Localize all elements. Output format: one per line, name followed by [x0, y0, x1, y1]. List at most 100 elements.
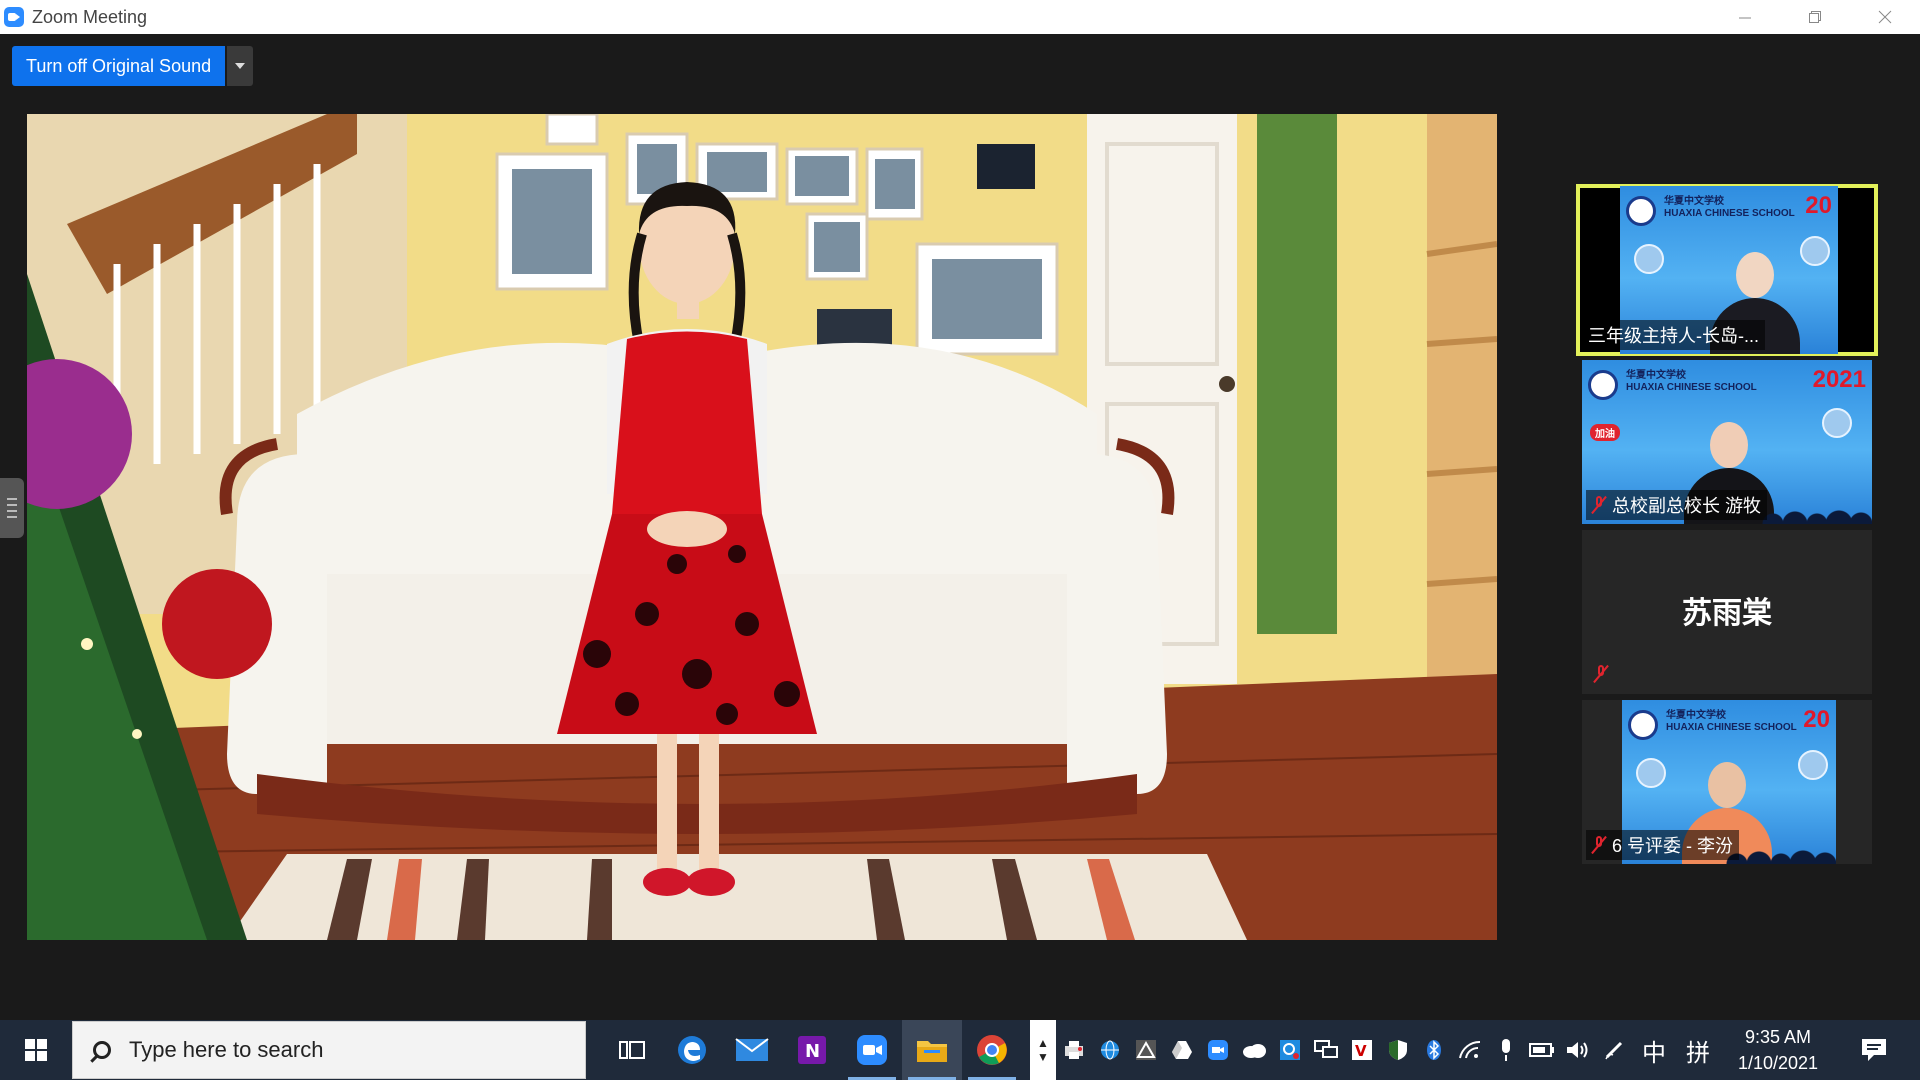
tray-search-app[interactable] — [1272, 1020, 1308, 1080]
zoom-icon — [1208, 1040, 1228, 1060]
shield-icon — [1389, 1040, 1407, 1060]
task-view-button[interactable] — [602, 1020, 662, 1080]
person-head — [1708, 762, 1746, 808]
taskbar-app-file-explorer[interactable] — [902, 1020, 962, 1080]
tray-globe[interactable] — [1092, 1020, 1128, 1080]
grip-line — [7, 516, 17, 518]
start-button[interactable] — [0, 1020, 72, 1080]
taskbar-clock[interactable]: 9:35 AM 1/10/2021 — [1728, 1024, 1828, 1076]
tray-battery[interactable] — [1524, 1020, 1560, 1080]
chrome-icon — [977, 1035, 1007, 1065]
year-text: 2021 — [1812, 366, 1866, 393]
turn-off-original-sound-button[interactable]: Turn off Original Sound — [12, 46, 226, 86]
microphone-graphic — [1634, 244, 1664, 274]
main-video[interactable] — [27, 114, 1497, 940]
restore-icon — [1809, 11, 1821, 23]
participant-tile[interactable]: 苏雨棠 — [1582, 530, 1872, 694]
tray-zoom[interactable] — [1200, 1020, 1236, 1080]
mic-muted-icon — [1594, 665, 1608, 683]
microphone-icon — [1502, 1039, 1510, 1061]
drive-icon — [1172, 1041, 1192, 1059]
taskbar-app-zoom[interactable] — [842, 1020, 902, 1080]
participant-tile[interactable]: 华夏中文学校 HUAXIA CHINESE SCHOOL 2021 加油 总校副… — [1582, 360, 1872, 524]
speaker-icon — [1567, 1042, 1588, 1058]
participant-name-label: 6 号评委 - 李汾 — [1586, 830, 1740, 860]
microphone-graphic — [1822, 408, 1852, 438]
v-app-icon: V — [1352, 1040, 1372, 1060]
mail-icon — [735, 1038, 769, 1061]
tray-network-display[interactable] — [1308, 1020, 1344, 1080]
school-name-text: 华夏中文学校 HUAXIA CHINESE SCHOOL — [1626, 370, 1757, 393]
tray-microphone[interactable] — [1488, 1020, 1524, 1080]
tray-pen[interactable] — [1596, 1020, 1632, 1080]
taskbar-apps: N — [602, 1020, 1022, 1080]
cloud-icon — [1243, 1044, 1266, 1058]
tray-volume[interactable] — [1560, 1020, 1596, 1080]
tray-app-v[interactable]: V — [1344, 1020, 1380, 1080]
window-titlebar: Zoom Meeting — [0, 0, 1920, 34]
taskbar-app-edge[interactable] — [662, 1020, 722, 1080]
tray-printer[interactable] — [1056, 1020, 1092, 1080]
tray-security[interactable] — [1380, 1020, 1416, 1080]
year-text: 20 — [1805, 192, 1832, 219]
task-view-icon — [619, 1041, 645, 1059]
taskbar-search-box[interactable]: Type here to search — [72, 1021, 586, 1079]
original-sound-menu-button[interactable] — [227, 46, 254, 86]
participant-name-label: 总校副总校长 游牧 — [1586, 490, 1768, 520]
display-icon — [1314, 1040, 1338, 1058]
action-center-button[interactable] — [1844, 1020, 1904, 1080]
person-head — [1710, 422, 1748, 468]
tray-onedrive[interactable] — [1236, 1020, 1272, 1080]
taskbar: Type here to search N ▲ ▼ V 中 拼 9:35 AM … — [0, 1020, 1920, 1080]
microphone-graphic — [1636, 758, 1666, 788]
globe-icon — [1101, 1040, 1119, 1060]
meeting-area: Turn off Original Sound 华夏中文学校 HUAXIA CH… — [0, 34, 1920, 1020]
grip-line — [7, 510, 17, 512]
chevron-up-icon: ▲ — [1037, 1036, 1049, 1050]
tray-app-a[interactable] — [1128, 1020, 1164, 1080]
participant-name: 6 号评委 - 李汾 — [1612, 836, 1734, 856]
grip-line — [7, 498, 17, 500]
zoom-app-icon — [4, 7, 24, 27]
restore-button[interactable] — [1780, 0, 1850, 34]
taskbar-app-mail[interactable] — [722, 1020, 782, 1080]
ime-mode-indicator[interactable]: 拼 — [1676, 1033, 1720, 1068]
participant-name: 三年级主持人-长岛-... — [1588, 326, 1759, 346]
participant-tile[interactable]: 华夏中文学校 HUAXIA CHINESE SCHOOL 20 三年级主持人-长… — [1576, 184, 1878, 356]
bluetooth-icon — [1427, 1040, 1441, 1060]
edge-icon — [678, 1036, 706, 1064]
notification-icon — [1862, 1039, 1886, 1061]
search-icon — [93, 1041, 111, 1059]
ime-language-indicator[interactable]: 中 — [1632, 1033, 1676, 1068]
year-text: 20 — [1803, 706, 1830, 733]
minimize-button[interactable] — [1710, 0, 1780, 34]
clock-time: 9:35 AM — [1744, 1027, 1812, 1047]
taskbar-app-onenote[interactable]: N — [782, 1020, 842, 1080]
microphone-graphic — [1800, 236, 1830, 266]
participant-name: 苏雨棠 — [1682, 597, 1772, 630]
tray-bluetooth[interactable] — [1416, 1020, 1452, 1080]
pen-icon — [1605, 1041, 1623, 1060]
person-head — [1736, 252, 1774, 298]
school-logo-icon — [1626, 196, 1656, 226]
cheer-badge: 加油 — [1590, 424, 1620, 441]
minimize-icon — [1739, 17, 1751, 19]
window-controls — [1710, 0, 1920, 34]
tray-wifi[interactable] — [1452, 1020, 1488, 1080]
battery-icon — [1529, 1043, 1554, 1057]
participant-name: 总校副总校长 游牧 — [1612, 496, 1762, 516]
participant-name-label: 三年级主持人-长岛-... — [1582, 320, 1765, 350]
video-panel-handle[interactable] — [0, 478, 24, 538]
triangle-app-icon — [1136, 1040, 1156, 1060]
close-button[interactable] — [1850, 0, 1920, 34]
participant-tile[interactable]: 华夏中文学校 HUAXIA CHINESE SCHOOL 20 6 号评委 - … — [1582, 700, 1872, 864]
svg-text:N: N — [805, 1041, 820, 1062]
school-name-text: 华夏中文学校 HUAXIA CHINESE SCHOOL — [1664, 196, 1795, 219]
original-sound-control: Turn off Original Sound — [12, 46, 254, 86]
search-placeholder: Type here to search — [129, 1037, 324, 1062]
taskbar-app-chrome[interactable] — [962, 1020, 1022, 1080]
show-hidden-icons-button[interactable]: ▲ ▼ — [1030, 1020, 1056, 1080]
tray-drive[interactable] — [1164, 1020, 1200, 1080]
main-video-scene — [27, 114, 1497, 940]
muted-indicator — [1594, 665, 1608, 688]
